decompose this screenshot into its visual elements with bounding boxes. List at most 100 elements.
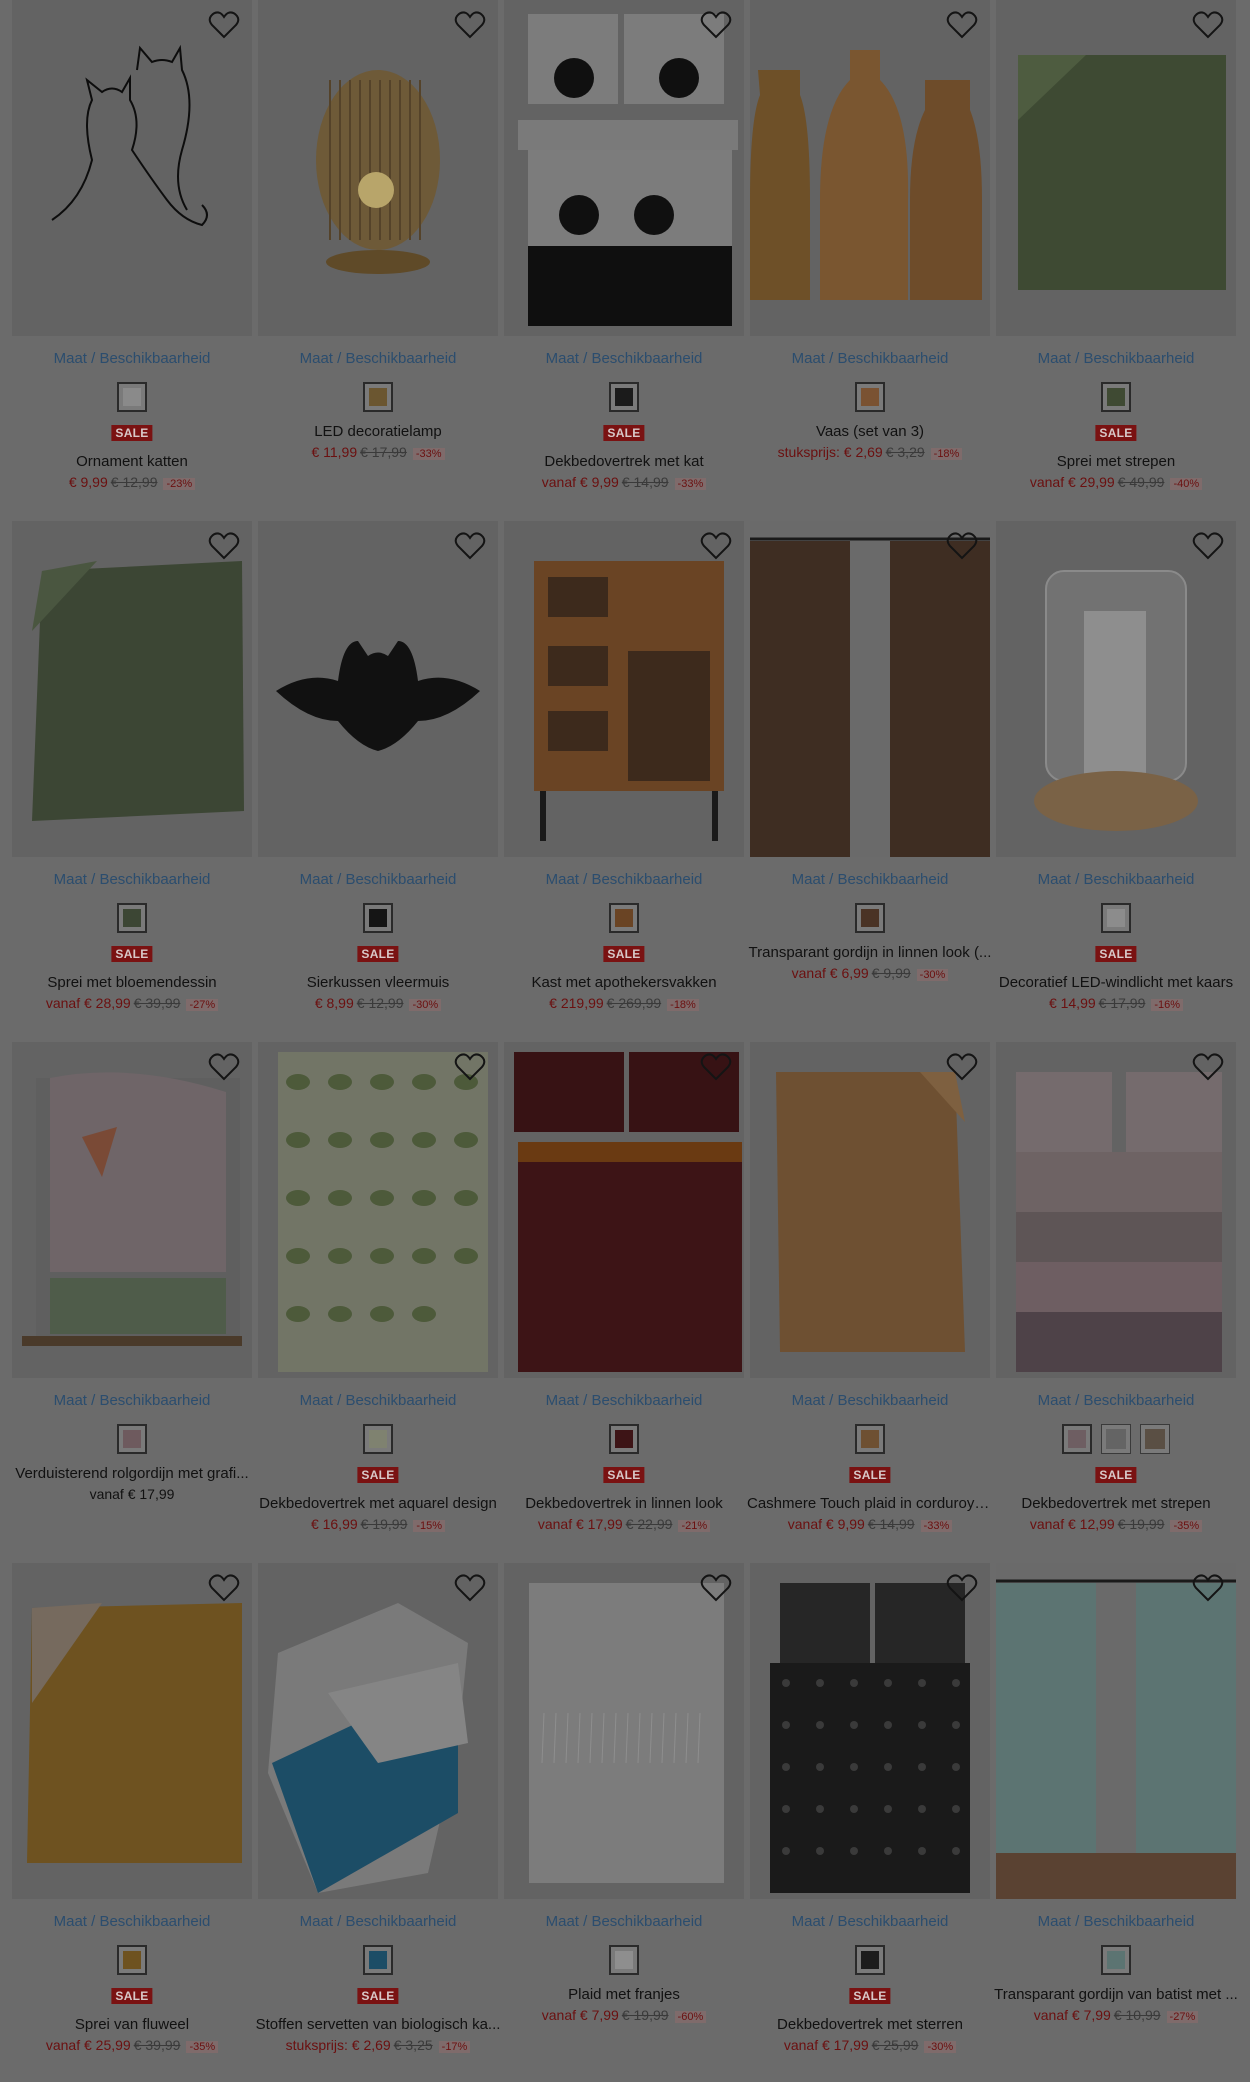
heart-icon[interactable] — [700, 1052, 732, 1082]
product-name[interactable]: Vaas (set van 3) — [747, 423, 993, 440]
size-availability-link[interactable]: Maat / Beschikbaarheid — [996, 1392, 1236, 1409]
product-name[interactable]: Plaid met franjes — [501, 1986, 747, 2003]
product-name[interactable]: Sprei met bloemendessin — [9, 974, 255, 991]
product-card[interactable]: Maat / Beschikbaarheid Verduisterend rol… — [12, 1042, 252, 1563]
product-card[interactable]: Maat / Beschikbaarheid LED decoratielamp… — [258, 0, 498, 521]
product-image[interactable] — [750, 1563, 990, 1899]
product-name[interactable]: Ornament katten — [9, 453, 255, 470]
color-swatch[interactable] — [1101, 1945, 1131, 1975]
product-image[interactable] — [504, 0, 744, 336]
color-swatch[interactable] — [1062, 1424, 1092, 1454]
heart-icon[interactable] — [454, 1052, 486, 1082]
product-image[interactable] — [996, 1042, 1236, 1378]
product-name[interactable]: Sierkussen vleermuis — [255, 974, 501, 991]
product-image[interactable] — [258, 1563, 498, 1899]
size-availability-link[interactable]: Maat / Beschikbaarheid — [12, 1392, 252, 1409]
color-swatch[interactable] — [1101, 903, 1131, 933]
heart-icon[interactable] — [208, 1573, 240, 1603]
product-image[interactable] — [750, 1042, 990, 1378]
product-card[interactable]: Maat / Beschikbaarheid SALE Stoffen serv… — [255, 1563, 501, 2082]
heart-icon[interactable] — [454, 531, 486, 561]
size-availability-link[interactable]: Maat / Beschikbaarheid — [258, 1913, 498, 1930]
heart-icon[interactable] — [946, 1052, 978, 1082]
product-name[interactable]: Dekbedovertrek met aquarel design — [255, 1495, 501, 1512]
size-availability-link[interactable]: Maat / Beschikbaarheid — [258, 350, 498, 367]
color-swatch[interactable] — [117, 903, 147, 933]
product-image[interactable] — [258, 0, 498, 336]
product-card[interactable]: Maat / Beschikbaarheid SALE Ornament kat… — [12, 0, 252, 521]
product-card[interactable]: Maat / Beschikbaarheid Vaas (set van 3) … — [750, 0, 990, 521]
color-swatch[interactable] — [363, 1424, 393, 1454]
heart-icon[interactable] — [700, 1573, 732, 1603]
product-image[interactable] — [12, 0, 252, 336]
product-name[interactable]: Sprei van fluweel — [9, 2016, 255, 2033]
heart-icon[interactable] — [454, 10, 486, 40]
size-availability-link[interactable]: Maat / Beschikbaarheid — [750, 1392, 990, 1409]
size-availability-link[interactable]: Maat / Beschikbaarheid — [504, 871, 744, 888]
heart-icon[interactable] — [1192, 1573, 1224, 1603]
size-availability-link[interactable]: Maat / Beschikbaarheid — [996, 350, 1236, 367]
product-card[interactable]: Maat / Beschikbaarheid SALE Dekbedovertr… — [504, 0, 744, 521]
heart-icon[interactable] — [454, 1573, 486, 1603]
product-card[interactable]: Maat / Beschikbaarheid SALE Dekbedovertr… — [996, 1042, 1236, 1563]
color-swatch[interactable] — [609, 903, 639, 933]
heart-icon[interactable] — [1192, 531, 1224, 561]
product-image[interactable] — [750, 0, 990, 336]
heart-icon[interactable] — [1192, 1052, 1224, 1082]
product-name[interactable]: Sprei met strepen — [993, 453, 1239, 470]
heart-icon[interactable] — [208, 1052, 240, 1082]
product-card[interactable]: Maat / Beschikbaarheid SALE Sprei met st… — [996, 0, 1236, 521]
product-card[interactable]: Maat / Beschikbaarheid SALE Dekbedovertr… — [504, 1042, 744, 1563]
color-swatch[interactable] — [363, 1945, 393, 1975]
size-availability-link[interactable]: Maat / Beschikbaarheid — [504, 1913, 744, 1930]
product-image[interactable] — [996, 0, 1236, 336]
size-availability-link[interactable]: Maat / Beschikbaarheid — [750, 1913, 990, 1930]
color-swatch[interactable] — [855, 382, 885, 412]
product-image[interactable] — [504, 521, 744, 857]
color-swatch[interactable] — [855, 903, 885, 933]
color-swatch[interactable] — [609, 382, 639, 412]
product-name[interactable]: Cashmere Touch plaid in corduroy l... — [747, 1495, 993, 1512]
product-card[interactable]: Maat / Beschikbaarheid SALE Sprei van fl… — [12, 1563, 252, 2082]
size-availability-link[interactable]: Maat / Beschikbaarheid — [12, 871, 252, 888]
product-image[interactable] — [12, 521, 252, 857]
color-swatch[interactable] — [117, 1424, 147, 1454]
product-image[interactable] — [258, 1042, 498, 1378]
product-image[interactable] — [750, 521, 990, 857]
product-name[interactable]: Dekbedovertrek met sterren — [747, 2016, 993, 2033]
color-swatch[interactable] — [117, 382, 147, 412]
product-name[interactable]: Dekbedovertrek in linnen look — [501, 1495, 747, 1512]
color-swatch[interactable] — [609, 1424, 639, 1454]
product-name[interactable]: LED decoratielamp — [255, 423, 501, 440]
product-name[interactable]: Kast met apothekersvakken — [501, 974, 747, 991]
product-image[interactable] — [996, 521, 1236, 857]
product-name[interactable]: Decoratief LED-windlicht met kaars — [993, 974, 1239, 991]
product-name[interactable]: Dekbedovertrek met strepen — [993, 1495, 1239, 1512]
color-swatch[interactable] — [363, 382, 393, 412]
heart-icon[interactable] — [946, 1573, 978, 1603]
color-swatch[interactable] — [1101, 382, 1131, 412]
product-card[interactable]: Maat / Beschikbaarheid SALE Sierkussen v… — [258, 521, 498, 1042]
size-availability-link[interactable]: Maat / Beschikbaarheid — [996, 871, 1236, 888]
heart-icon[interactable] — [946, 10, 978, 40]
product-card[interactable]: Maat / Beschikbaarheid Transparant gordi… — [749, 521, 991, 1042]
product-image[interactable] — [12, 1563, 252, 1899]
size-availability-link[interactable]: Maat / Beschikbaarheid — [258, 871, 498, 888]
product-card[interactable]: Maat / Beschikbaarheid Transparant gordi… — [993, 1563, 1239, 2082]
product-image[interactable] — [996, 1563, 1236, 1899]
product-name[interactable]: Stoffen servetten van biologisch ka... — [255, 2016, 501, 2033]
product-card[interactable]: Maat / Beschikbaarheid SALE Dekbedovertr… — [258, 1042, 498, 1563]
color-swatch[interactable] — [855, 1424, 885, 1454]
color-swatch[interactable] — [363, 903, 393, 933]
size-availability-link[interactable]: Maat / Beschikbaarheid — [996, 1913, 1236, 1930]
size-availability-link[interactable]: Maat / Beschikbaarheid — [504, 350, 744, 367]
heart-icon[interactable] — [946, 531, 978, 561]
product-name[interactable]: Transparant gordijn van batist met ... — [993, 1986, 1239, 2003]
heart-icon[interactable] — [700, 10, 732, 40]
product-card[interactable]: Maat / Beschikbaarheid SALE Sprei met bl… — [12, 521, 252, 1042]
product-card[interactable]: Maat / Beschikbaarheid SALE Decoratief L… — [996, 521, 1236, 1042]
size-availability-link[interactable]: Maat / Beschikbaarheid — [504, 1392, 744, 1409]
color-swatch[interactable] — [609, 1945, 639, 1975]
color-swatch[interactable] — [1101, 1424, 1131, 1454]
product-card[interactable]: Maat / Beschikbaarheid SALE Kast met apo… — [504, 521, 744, 1042]
